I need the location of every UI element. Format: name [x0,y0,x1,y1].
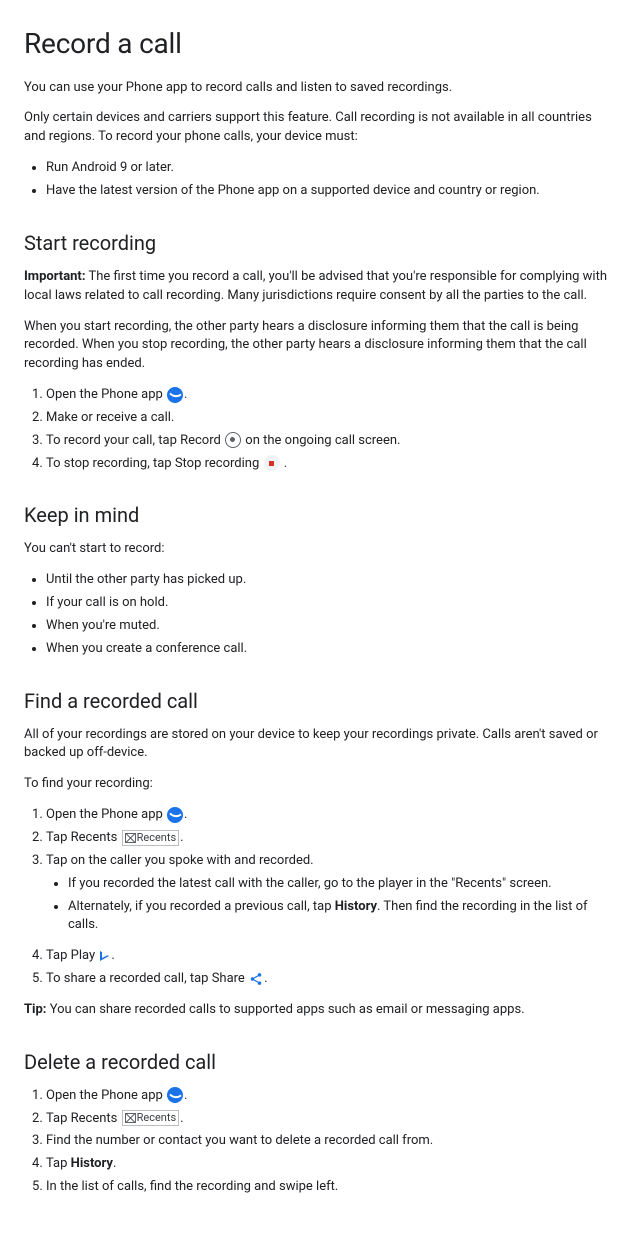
list-item: Tap History. [46,1155,616,1174]
step-text: . [111,948,114,963]
step-text: Open the Phone app [46,387,166,402]
list-item: In the list of calls, find the recording… [46,1178,616,1197]
section-heading-delete: Delete a recorded call [24,1048,616,1077]
list-item: Tap Recents Recents. [46,829,616,848]
keep-intro: You can't start to record: [24,540,616,559]
list-item: If your call is on hold. [46,594,616,613]
step-text: . [184,1088,187,1103]
step-text: . [184,807,187,822]
step-text: . [184,387,187,402]
record-icon [225,432,241,448]
tip-paragraph: Tip: You can share recorded calls to sup… [24,1001,616,1020]
list-item: To stop recording, tap Stop recording . [46,455,616,474]
list-item: Tap on the caller you spoke with and rec… [46,852,616,935]
list-item: Open the Phone app . [46,806,616,825]
step-text: Tap Recents [46,1111,121,1126]
important-note: Important: The first time you record a c… [24,268,616,306]
find-intro: All of your recordings are stored on you… [24,726,616,764]
list-item: If you recorded the latest call with the… [68,875,616,894]
find-steps: Open the Phone app . Tap Recents Recents… [24,806,616,989]
disclosure-paragraph: When you start recording, the other part… [24,318,616,375]
list-item: Open the Phone app . [46,386,616,405]
step-text: . [281,456,288,471]
list-item: Until the other party has picked up. [46,571,616,590]
recents-broken-image-icon: Recents [122,1110,180,1126]
broken-img-alt: Recents [137,831,177,844]
requirements-list: Run Android 9 or later. Have the latest … [24,159,616,201]
history-bold: History [335,899,377,914]
list-item: Find the number or contact you want to d… [46,1132,616,1151]
play-icon [100,951,109,961]
list-item: Run Android 9 or later. [46,159,616,178]
find-substeps: If you recorded the latest call with the… [46,875,616,936]
find-intro-2: To find your recording: [24,775,616,794]
phone-app-icon [167,387,183,403]
stop-recording-icon [264,455,280,471]
list-item: When you create a conference call. [46,640,616,659]
list-item: Make or receive a call. [46,409,616,428]
phone-app-icon [167,807,183,823]
step-text: . [113,1156,116,1171]
list-item: Have the latest version of the Phone app… [46,182,616,201]
step-text: on the ongoing call screen. [242,433,400,448]
list-item: Tap Recents Recents. [46,1110,616,1129]
phone-app-icon [167,1087,183,1103]
section-heading-start: Start recording [24,229,616,258]
tip-label: Tip: [24,1002,46,1017]
important-text: The first time you record a call, you'll… [24,269,607,303]
step-text: Open the Phone app [46,1088,166,1103]
start-steps: Open the Phone app . Make or receive a c… [24,386,616,473]
keep-list: Until the other party has picked up. If … [24,571,616,658]
intro-paragraph-1: You can use your Phone app to record cal… [24,79,616,98]
important-label: Important: [24,269,86,284]
step-text: To share a recorded call, tap Share [46,971,248,986]
tip-text: You can share recorded calls to supporte… [46,1002,524,1017]
section-heading-keep: Keep in mind [24,501,616,530]
list-item: Alternately, if you recorded a previous … [68,898,616,936]
list-item: To share a recorded call, tap Share . [46,970,616,989]
step-text: To stop recording, tap Stop recording [46,456,263,471]
step-text: Tap Play [46,948,98,963]
list-item: Open the Phone app . [46,1087,616,1106]
intro-paragraph-2: Only certain devices and carriers suppor… [24,109,616,147]
step-text: . [264,971,267,986]
section-heading-find: Find a recorded call [24,687,616,716]
step-text: Open the Phone app [46,807,166,822]
list-item: When you're muted. [46,617,616,636]
page-title: Record a call [24,24,616,65]
list-item: To record your call, tap Record on the o… [46,432,616,451]
broken-img-alt: Recents [137,1111,177,1124]
step-text: Tap Recents [46,830,121,845]
recents-broken-image-icon: Recents [122,830,180,846]
delete-steps: Open the Phone app . Tap Recents Recents… [24,1087,616,1197]
step-text: . [180,830,183,845]
step-text: Tap on the caller you spoke with and rec… [46,853,314,868]
step-text: . [180,1111,183,1126]
step-text: Tap [46,1156,71,1171]
step-text: To record your call, tap Record [46,433,224,448]
share-icon [249,972,263,986]
list-item: Tap Play . [46,947,616,966]
step-text: Alternately, if you recorded a previous … [68,899,335,914]
history-bold: History [71,1156,113,1171]
